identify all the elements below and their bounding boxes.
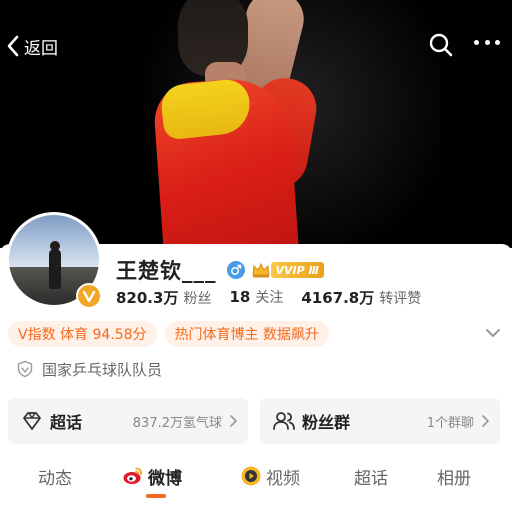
tab-album[interactable]: 相册 bbox=[437, 458, 471, 494]
stat-number: 4167.8万 bbox=[301, 288, 375, 307]
shield-icon bbox=[17, 360, 33, 378]
chevron-left-icon bbox=[7, 35, 19, 57]
users-icon bbox=[273, 412, 295, 430]
chevron-right-icon bbox=[230, 415, 237, 427]
search-icon[interactable] bbox=[428, 32, 454, 58]
fan-group-card[interactable]: 粉丝群 1个群聊 bbox=[260, 398, 500, 444]
stat-following[interactable]: 18 关注 bbox=[229, 287, 283, 307]
tab-super-topic[interactable]: 超话 bbox=[354, 458, 388, 494]
stat-number: 18 bbox=[229, 288, 251, 306]
diamond-icon bbox=[23, 412, 41, 430]
weibo-icon bbox=[123, 467, 142, 484]
stat-likes[interactable]: 4167.8万 转评赞 bbox=[301, 287, 421, 308]
stat-label: 关注 bbox=[255, 290, 284, 306]
fan-group-title: 粉丝群 bbox=[302, 413, 351, 432]
crown-icon bbox=[251, 262, 270, 278]
chevron-down-icon[interactable] bbox=[484, 326, 502, 340]
stats-row: 820.3万 粉丝 18 关注 4167.8万 转评赞 bbox=[116, 286, 439, 308]
certification-text: 国家乒乓球队队员 bbox=[42, 360, 163, 379]
vip-badge[interactable]: VVIP Ⅲ bbox=[251, 261, 324, 279]
stat-followers[interactable]: 820.3万 粉丝 bbox=[116, 287, 211, 308]
tab-video[interactable]: 视频 bbox=[240, 458, 300, 494]
vip-label: VVIP Ⅲ bbox=[270, 262, 324, 278]
tab-label: 动态 bbox=[38, 468, 72, 489]
top-bar: 返回 bbox=[0, 28, 512, 64]
certification-row: 国家乒乓球队队员 bbox=[16, 358, 162, 380]
profile-name: 王楚钦___ bbox=[116, 259, 217, 283]
tag-hot-blogger[interactable]: 热门体育博主 数据飙升 bbox=[164, 321, 330, 347]
chevron-right-icon bbox=[482, 415, 489, 427]
super-topic-count: 837.2万氢气球 bbox=[132, 415, 222, 431]
video-play-icon bbox=[241, 466, 261, 486]
super-topic-card[interactable]: 超话 837.2万氢气球 bbox=[8, 398, 248, 444]
name-row: 王楚钦___ VVIP Ⅲ bbox=[116, 256, 324, 284]
active-tab-indicator bbox=[146, 494, 166, 498]
tab-activity[interactable]: 动态 bbox=[38, 458, 72, 494]
stat-label: 转评赞 bbox=[379, 290, 422, 307]
male-icon bbox=[226, 261, 245, 279]
back-label: 返回 bbox=[24, 38, 58, 59]
tag-row: V指数 体育 94.58分 热门体育博主 数据飙升 bbox=[8, 321, 337, 347]
back-button[interactable]: 返回 bbox=[4, 32, 58, 60]
stat-label: 粉丝 bbox=[183, 290, 212, 307]
stat-number: 820.3万 bbox=[116, 288, 179, 307]
tab-weibo[interactable]: 微博 bbox=[122, 458, 182, 494]
tag-v-index[interactable]: V指数 体育 94.58分 bbox=[8, 321, 157, 347]
tab-label: 视频 bbox=[266, 468, 300, 489]
super-topic-title: 超话 bbox=[50, 413, 83, 432]
tab-label: 微博 bbox=[148, 468, 182, 489]
profile-tabs: 动态 微博 视频 超话 相册 bbox=[0, 458, 512, 498]
more-horizontal-icon[interactable] bbox=[474, 40, 500, 48]
tab-label: 相册 bbox=[437, 468, 471, 489]
tab-label: 超话 bbox=[354, 468, 388, 489]
fan-group-count: 1个群聊 bbox=[426, 415, 474, 431]
verified-v-icon bbox=[76, 283, 102, 309]
